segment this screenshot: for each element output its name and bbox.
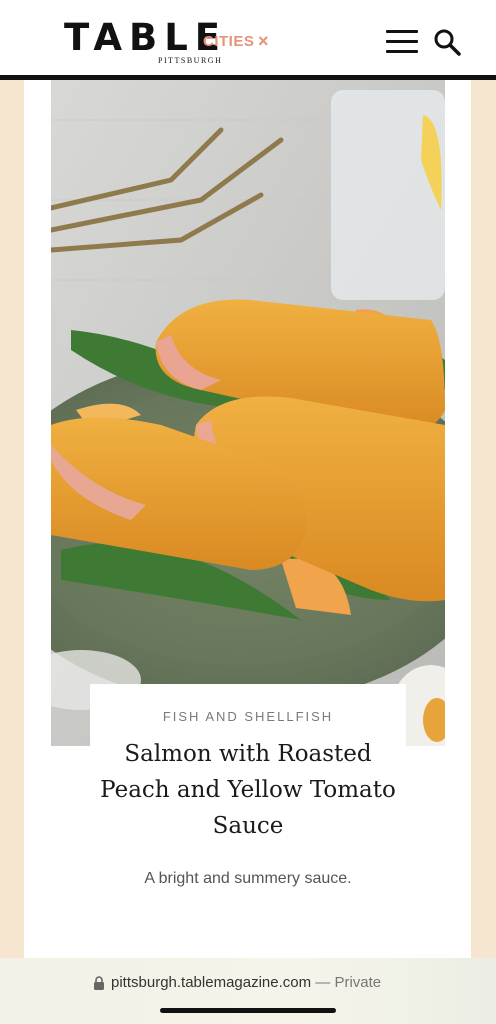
url-separator: — <box>311 974 335 991</box>
cities-menu-label[interactable]: CITIES <box>203 33 254 50</box>
privacy-status: Private <box>334 974 382 991</box>
logo-city: PITTSBURGH <box>158 56 223 65</box>
page-margin-left <box>0 80 24 958</box>
page-margin-right <box>471 80 496 958</box>
browser-address-bar[interactable] <box>0 958 496 1024</box>
close-icon[interactable]: × <box>258 31 269 52</box>
article-category[interactable]: FISH AND SHELLFISH <box>90 709 406 724</box>
menu-icon[interactable] <box>386 30 418 53</box>
hero-image[interactable] <box>51 80 445 746</box>
site-header: TABLE PITTSBURGH CITIES × <box>0 0 496 80</box>
article-subtitle: A bright and summery sauce. <box>144 870 352 887</box>
browser-url[interactable]: pittsburgh.tablemagazine.com — Private <box>111 974 381 991</box>
url-domain: pittsburgh.tablemagazine.com <box>111 974 312 991</box>
home-indicator[interactable] <box>160 1008 336 1013</box>
article-title[interactable]: Salmon with Roasted Peach and Yellow Tom… <box>94 736 402 844</box>
lock-icon <box>94 976 104 990</box>
search-icon[interactable] <box>433 28 461 56</box>
